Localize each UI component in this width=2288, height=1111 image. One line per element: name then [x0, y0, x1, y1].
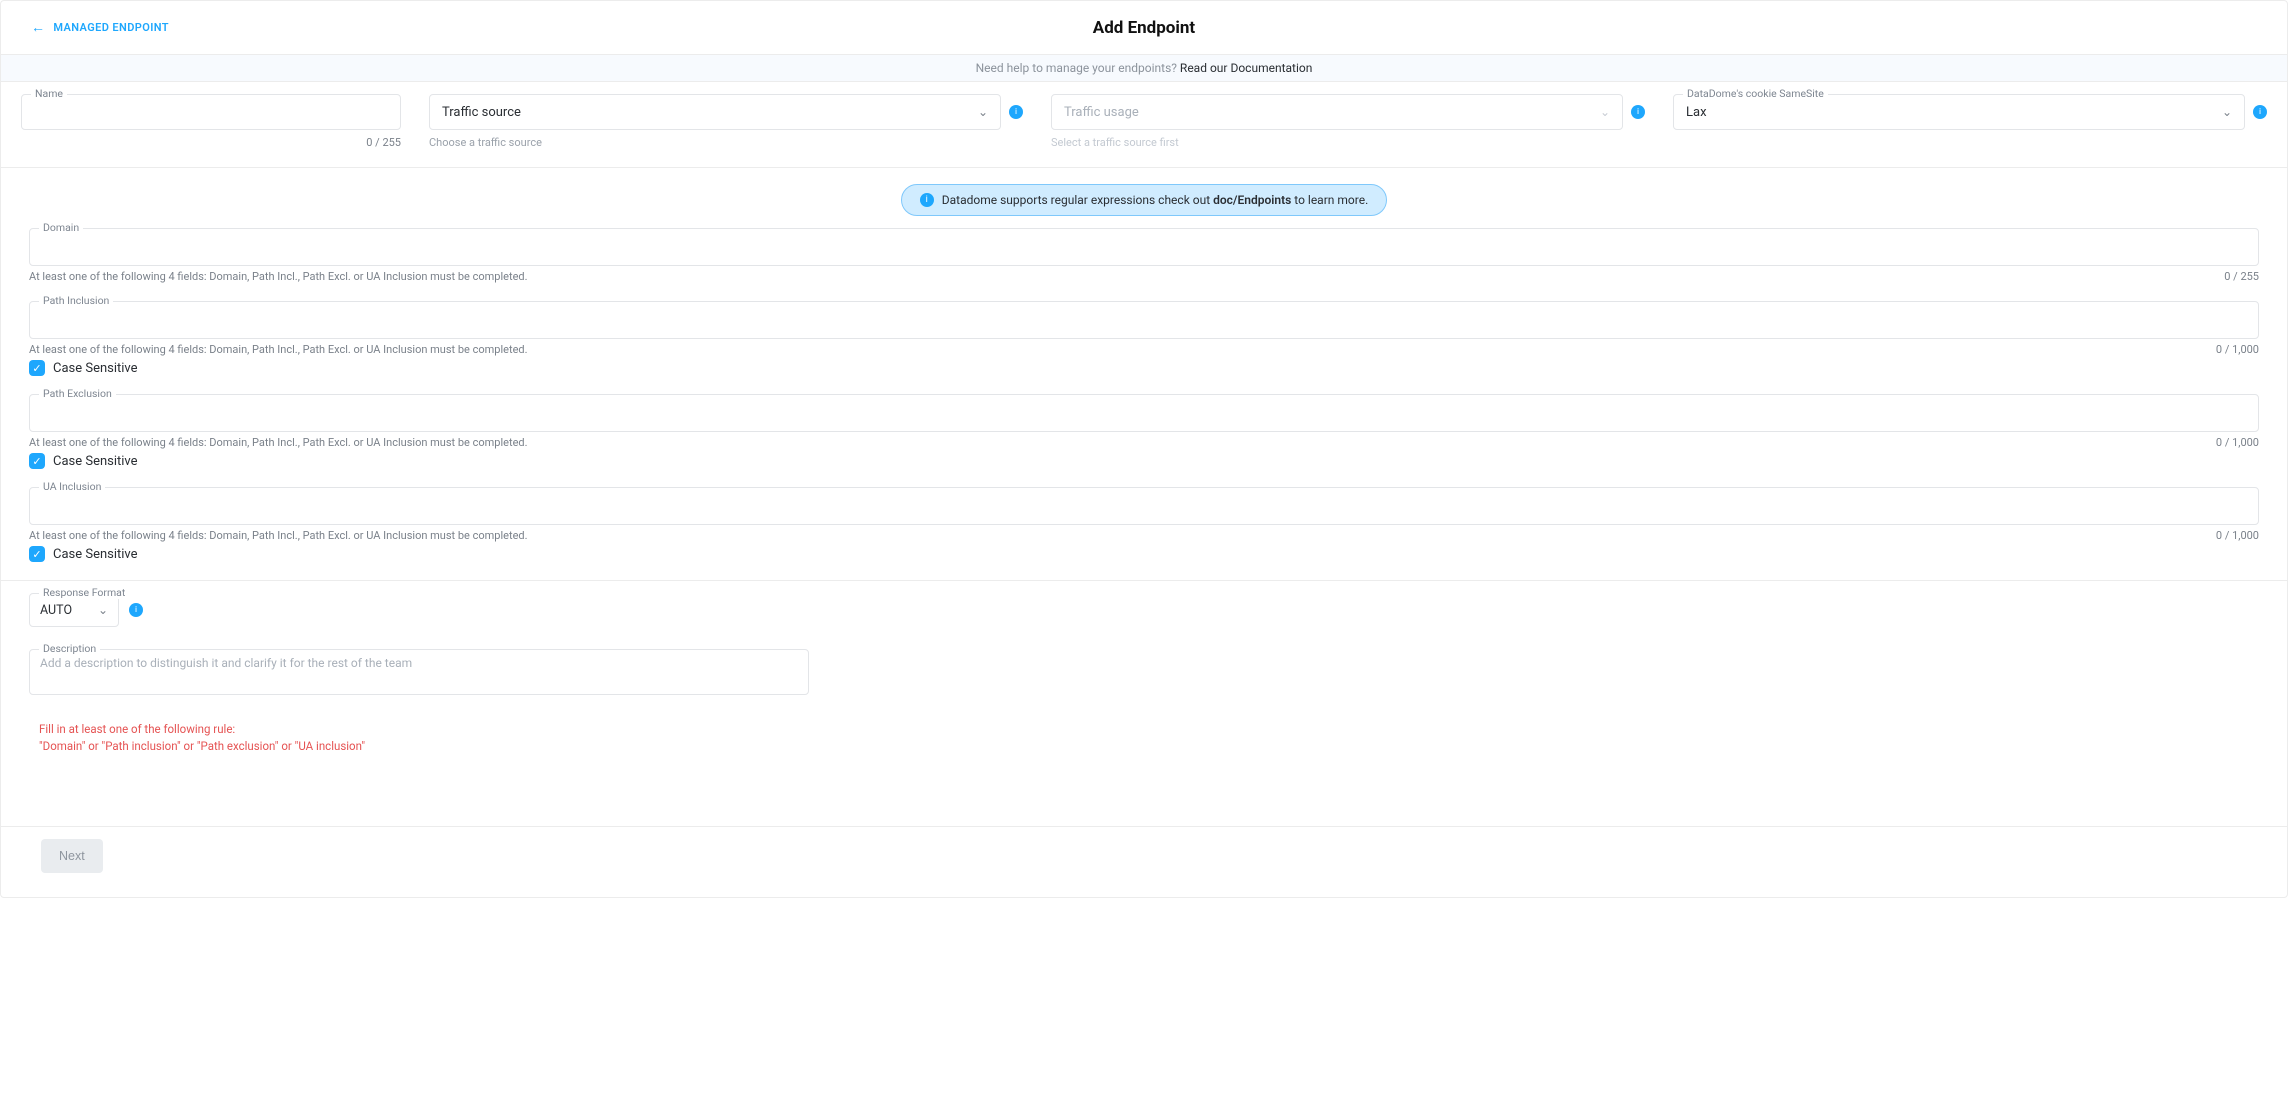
validation-error: Fill in at least one of the following ru…	[29, 721, 2259, 756]
help-banner: Need help to manage your endpoints? Read…	[1, 55, 2287, 82]
traffic-usage-select: Traffic usage ⌄	[1051, 94, 1623, 130]
traffic-source-select[interactable]: Traffic source ⌄	[429, 94, 1001, 130]
domain-counter: 0 / 255	[2224, 270, 2259, 283]
ua-inclusion-label: UA Inclusion	[39, 480, 105, 493]
regex-doc-link[interactable]: doc/Endpoints	[1213, 193, 1291, 207]
doc-link[interactable]: Read our Documentation	[1180, 61, 1312, 75]
arrow-left-icon: ←	[31, 21, 45, 35]
path-exclusion-label: Path Exclusion	[39, 387, 116, 400]
path-inclusion-label: Path Inclusion	[39, 294, 113, 307]
info-icon[interactable]: i	[129, 603, 143, 617]
cookie-label: DataDome's cookie SameSite	[1683, 87, 1828, 100]
path-exclusion-case-checkbox[interactable]	[29, 453, 45, 469]
chevron-down-icon: ⌄	[2222, 105, 2232, 119]
next-button[interactable]: Next	[41, 839, 103, 873]
chevron-down-icon: ⌄	[1600, 105, 1610, 119]
top-bar: ← MANAGED ENDPOINT Add Endpoint	[1, 1, 2287, 55]
ua-inclusion-hint: At least one of the following 4 fields: …	[29, 529, 528, 542]
path-exclusion-hint: At least one of the following 4 fields: …	[29, 436, 528, 449]
ua-inclusion-case-label: Case Sensitive	[53, 547, 138, 562]
back-link-label: MANAGED ENDPOINT	[53, 21, 169, 34]
traffic-source-hint: Choose a traffic source	[429, 136, 1023, 149]
chevron-down-icon: ⌄	[98, 603, 108, 617]
domain-hint: At least one of the following 4 fields: …	[29, 270, 528, 283]
path-inclusion-input[interactable]	[29, 301, 2259, 339]
info-icon: i	[920, 193, 934, 207]
description-placeholder: Add a description to distinguish it and …	[40, 656, 412, 670]
regex-banner: i Datadome supports regular expressions …	[901, 184, 1387, 216]
description-label: Description	[39, 642, 100, 655]
ua-inclusion-input[interactable]	[29, 487, 2259, 525]
back-link[interactable]: ← MANAGED ENDPOINT	[31, 21, 169, 35]
page-title: Add Endpoint	[1, 18, 2287, 38]
regex-prefix: Datadome supports regular expressions ch…	[942, 193, 1213, 207]
traffic-source-placeholder: Traffic source	[442, 105, 521, 120]
description-input[interactable]: Add a description to distinguish it and …	[29, 649, 809, 695]
cookie-value: Lax	[1686, 105, 1707, 120]
path-exclusion-input[interactable]	[29, 394, 2259, 432]
response-format-label: Response Format	[39, 586, 129, 599]
help-banner-prefix: Need help to manage your endpoints?	[976, 61, 1180, 75]
traffic-usage-placeholder: Traffic usage	[1064, 105, 1139, 120]
regex-suffix: to learn more.	[1291, 193, 1368, 207]
bottom-bar: Next	[1, 827, 2287, 897]
ua-inclusion-counter: 0 / 1,000	[2216, 529, 2259, 542]
name-input[interactable]	[21, 94, 401, 130]
name-label: Name	[31, 87, 67, 100]
path-inclusion-case-label: Case Sensitive	[53, 361, 138, 376]
path-inclusion-counter: 0 / 1,000	[2216, 343, 2259, 356]
response-format-value: AUTO	[40, 603, 72, 618]
chevron-down-icon: ⌄	[978, 105, 988, 119]
info-icon[interactable]: i	[2253, 105, 2267, 119]
error-line2: "Domain" or "Path inclusion" or "Path ex…	[39, 738, 2249, 755]
path-exclusion-case-label: Case Sensitive	[53, 454, 138, 469]
traffic-usage-hint: Select a traffic source first	[1051, 136, 1645, 149]
ua-inclusion-case-checkbox[interactable]	[29, 546, 45, 562]
path-inclusion-case-checkbox[interactable]	[29, 360, 45, 376]
info-icon[interactable]: i	[1631, 105, 1645, 119]
path-inclusion-hint: At least one of the following 4 fields: …	[29, 343, 528, 356]
domain-input[interactable]	[29, 228, 2259, 266]
info-icon[interactable]: i	[1009, 105, 1023, 119]
path-exclusion-counter: 0 / 1,000	[2216, 436, 2259, 449]
name-counter: 0 / 255	[21, 136, 401, 149]
domain-label: Domain	[39, 221, 83, 234]
error-line1: Fill in at least one of the following ru…	[39, 721, 2249, 738]
